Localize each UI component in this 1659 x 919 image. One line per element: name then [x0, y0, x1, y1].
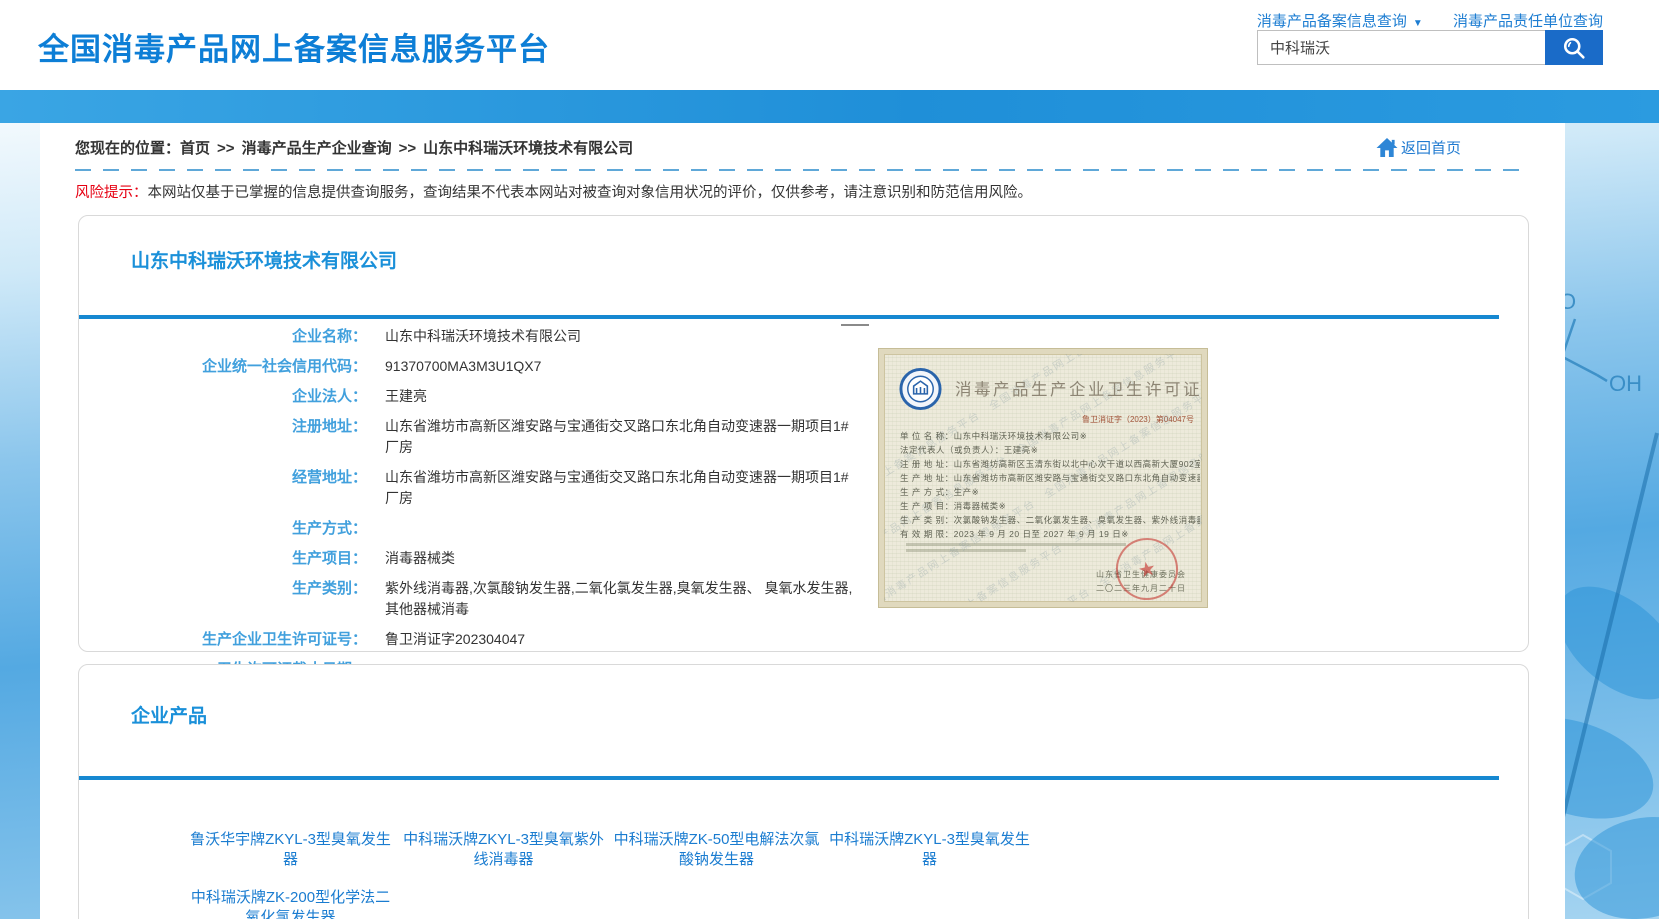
field-value — [385, 518, 855, 539]
search-box — [1257, 30, 1603, 65]
svg-text:OH: OH — [1609, 371, 1642, 396]
return-home-link[interactable]: 返回首页 — [1375, 137, 1461, 158]
field-value: 山东省潍坊市高新区潍安路与宝通街交叉路口东北角自动变速器一期项目1#厂房 — [385, 416, 855, 458]
certificate-text-row: 生 产 项 目：消毒器械类※ — [900, 499, 1200, 513]
product-link[interactable]: 中科瑞沃牌ZKYL-3型臭氧发生器 — [823, 830, 1036, 870]
field-row: 企业统一社会信用代码： 91370700MA3M3U1QX7 — [79, 356, 1528, 377]
certificate-emblem-icon — [898, 366, 943, 412]
field-row: 企业法人： 王建亮 — [79, 386, 1528, 407]
header-band — [0, 90, 1659, 123]
certificate-text-row: 生 产 类 别：次氯酸钠发生器、二氧化氯发生器、臭氧发生器、紫外线消毒器 — [900, 513, 1200, 527]
certificate-header: 消毒产品生产企业卫生许可证 — [898, 366, 1202, 412]
products-heading: 企业产品 — [131, 701, 1528, 728]
search-button[interactable] — [1545, 30, 1603, 65]
breadcrumb: 您现在的位置：首页 >> 消毒产品生产企业查询 >> 山东中科瑞沃环境技术有限公司 — [75, 137, 633, 158]
company-name-heading: 山东中科瑞沃环境技术有限公司 — [131, 246, 1528, 273]
field-row: 生产企业卫生许可证号： 鲁卫消证字202304047 — [79, 629, 1528, 650]
field-value: 山东中科瑞沃环境技术有限公司 — [385, 326, 855, 347]
risk-notice: 风险提示：本网站仅基于已掌握的信息提供查询服务，查询结果不代表本网站对被查询对象… — [75, 183, 1530, 203]
risk-notice-label: 风险提示： — [75, 185, 148, 201]
field-label: 生产方式： — [79, 518, 367, 539]
nav-link-filing-info-query[interactable]: 消毒产品备案信息查询 ▼ — [1257, 13, 1423, 30]
site-title: 全国消毒产品网上备案信息服务平台 — [38, 24, 550, 69]
field-row: 生产方式： — [79, 518, 1528, 539]
seal-star-icon: ★ — [1136, 555, 1159, 583]
field-value: 消毒器械类 — [385, 548, 855, 569]
search-icon — [1560, 34, 1588, 62]
breadcrumb-row: 您现在的位置：首页 >> 消毒产品生产企业查询 >> 山东中科瑞沃环境技术有限公司 返回… — [40, 123, 1565, 158]
certificate-text-row: 法定代表人（或负责人）：王建亮※ — [900, 443, 1200, 457]
field-row: 生产类别： 紫外线消毒器,次氯酸钠发生器,二氧化氯发生器,臭氧发生器、 臭氧水发生… — [79, 578, 1528, 620]
page-background: O OH 您现在的位置：首页>>消毒产品生产企业查询>>山东中科瑞沃环境技术有限… — [0, 123, 1659, 919]
field-value: 紫外线消毒器,次氯酸钠发生器,二氧化氯发生器,臭氧发生器、 臭氧水发生器,其他器… — [385, 578, 855, 620]
field-label: 生产企业卫生许可证号： — [79, 629, 367, 650]
breadcrumb-prefix: 您现在的位置： — [75, 140, 180, 157]
field-value: 91370700MA3M3U1QX7 — [385, 356, 855, 377]
field-label: 生产类别： — [79, 578, 367, 620]
product-link[interactable]: 中科瑞沃牌ZKYL-3型臭氧紫外线消毒器 — [397, 830, 610, 870]
main-container: 您现在的位置：首页 >> 消毒产品生产企业查询 >> 山东中科瑞沃环境技术有限公司 返回… — [40, 123, 1565, 919]
risk-notice-text: 本网站仅基于已掌握的信息提供查询服务，查询结果不代表本网站对被查询对象信用状况的… — [148, 185, 1033, 201]
search-input[interactable] — [1257, 30, 1545, 65]
company-products-card: 企业产品 鲁沃华宇牌ZKYL-3型臭氧发生器中科瑞沃牌ZKYL-3型臭氧紫外线消… — [78, 664, 1529, 919]
company-info-card: 山东中科瑞沃环境技术有限公司 企业名称：山东中科瑞沃环境技术有限公司企业统一社会… — [78, 215, 1529, 652]
certificate-text-row: 生 产 地 址：山东省潍坊市高新区潍安路与宝通街交叉路口东北角自动变速器一期项目… — [900, 471, 1200, 485]
breadcrumb-separator: >> — [217, 140, 235, 157]
field-label: 经营地址： — [79, 467, 367, 509]
certificate-rows: 单 位 名 称：山东中科瑞沃环境技术有限公司※法定代表人（或负责人）：王建亮※注… — [900, 429, 1202, 541]
breadcrumb-home[interactable]: 首页 — [180, 140, 210, 157]
breadcrumb-current: 山东中科瑞沃环境技术有限公司 — [423, 140, 633, 157]
title-underline — [79, 315, 1499, 319]
certificate-number: 鲁卫消证字（2023）第04047号 — [884, 414, 1194, 425]
field-value: 鲁卫消证字202304047 — [385, 629, 855, 650]
product-link[interactable]: 中科瑞沃牌ZK-200型化学法二氧化氯发生器 — [184, 888, 397, 919]
field-row: 生产项目： 消毒器械类 — [79, 548, 1528, 569]
caret-down-icon: ▼ — [1413, 18, 1423, 29]
certificate-text-row: 注 册 地 址：山东省潍坊高新区玉清东街以北中心次干道以西高新大厦902室科苑 — [900, 457, 1200, 471]
field-row: 经营地址： 山东省潍坊市高新区潍安路与宝通街交叉路口东北角自动变速器一期项目1#厂… — [79, 467, 1528, 509]
home-icon — [1375, 137, 1399, 158]
product-link[interactable]: 中科瑞沃牌ZK-50型电解法次氯酸钠发生器 — [610, 830, 823, 870]
field-label: 生产项目： — [79, 548, 367, 569]
nav-link-label: 消毒产品备案信息查询 — [1257, 13, 1407, 30]
page: 全国消毒产品网上备案信息服务平台 消毒产品备案信息查询 ▼ 消毒产品责任单位查询 — [0, 0, 1659, 919]
field-row: 注册地址： 山东省潍坊市高新区潍安路与宝通街交叉路口东北角自动变速器一期项目1#厂… — [79, 416, 1528, 458]
top-nav: 消毒产品备案信息查询 ▼ 消毒产品责任单位查询 — [1231, 10, 1603, 31]
dash-mark — [841, 324, 869, 326]
certificate-title: 消毒产品生产企业卫生许可证 — [955, 376, 1202, 400]
certificate-text-row: 生 产 方 式：生产※ — [900, 485, 1200, 499]
license-certificate-image: 全国消毒产品网上备案信息服务平台 全国消毒产品网上备案信息服务平台 全国消毒产品… — [879, 349, 1207, 607]
breadcrumb-separator: >> — [399, 140, 417, 157]
nav-link-responsible-unit-query[interactable]: 消毒产品责任单位查询 — [1453, 13, 1603, 30]
field-value: 山东省潍坊市高新区潍安路与宝通街交叉路口东北角自动变速器一期项目1#厂房 — [385, 467, 855, 509]
nav-link-label: 消毒产品责任单位查询 — [1453, 13, 1603, 30]
field-label: 注册地址： — [79, 416, 367, 458]
field-label: 企业法人： — [79, 386, 367, 407]
certificate-text-row: 单 位 名 称：山东中科瑞沃环境技术有限公司※ — [900, 429, 1200, 443]
product-list: 鲁沃华宇牌ZKYL-3型臭氧发生器中科瑞沃牌ZKYL-3型臭氧紫外线消毒器中科瑞… — [79, 780, 1064, 919]
return-home-label: 返回首页 — [1401, 137, 1461, 158]
product-link[interactable]: 鲁沃华宇牌ZKYL-3型臭氧发生器 — [184, 830, 397, 870]
dashed-divider — [75, 169, 1527, 171]
field-label: 企业统一社会信用代码： — [79, 356, 367, 377]
company-fields: 企业名称： 山东中科瑞沃环境技术有限公司企业统一社会信用代码： 91370700MA… — [79, 326, 1528, 680]
field-value: 王建亮 — [385, 386, 855, 407]
field-label: 企业名称： — [79, 326, 367, 347]
field-row: 企业名称： 山东中科瑞沃环境技术有限公司 — [79, 326, 1528, 347]
breadcrumb-company-query[interactable]: 消毒产品生产企业查询 — [242, 140, 392, 157]
header: 全国消毒产品网上备案信息服务平台 消毒产品备案信息查询 ▼ 消毒产品责任单位查询 — [0, 0, 1659, 90]
